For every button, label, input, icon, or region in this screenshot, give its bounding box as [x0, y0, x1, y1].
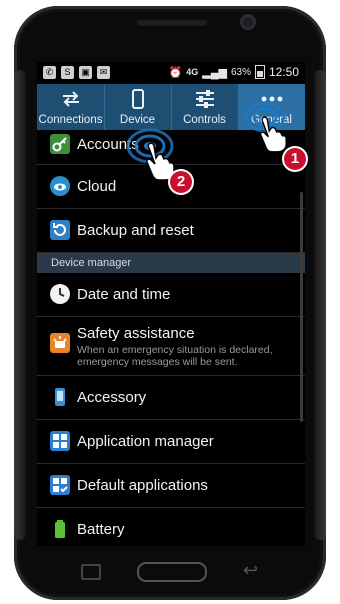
signal-icon: ▂▄▆: [202, 66, 227, 79]
list-item-label: Backup and reset: [77, 222, 194, 239]
section-header-device-manager: Device manager: [37, 253, 305, 273]
recent-apps-button[interactable]: [81, 564, 101, 580]
status-bar: ✆ S ▣ ✉ ⏰ 4G ▂▄▆ 63% 12:50: [37, 62, 305, 84]
backup-restore-icon: [50, 220, 70, 240]
list-item-battery[interactable]: Battery: [37, 508, 305, 546]
battery-icon: [50, 519, 70, 539]
list-item-default-applications[interactable]: Default applications: [37, 464, 305, 508]
phone-icon: [131, 89, 144, 109]
phone-curved-edge-right: [314, 70, 326, 540]
scrollbar[interactable]: [300, 192, 303, 422]
emergency-icon: [50, 333, 70, 353]
accessory-phone-icon: [50, 387, 70, 407]
phone-curved-edge-left: [14, 70, 26, 540]
list-item-subtitle: When an emergency situation is declared,…: [77, 344, 273, 368]
connections-arrows-icon: [62, 91, 79, 107]
clock: 12:50: [268, 65, 299, 79]
list-item-label: Battery: [77, 521, 125, 538]
list-item-label: Safety assistance: [77, 325, 195, 342]
image-notification-icon: ▣: [79, 66, 92, 79]
list-item-label: Cloud: [77, 178, 117, 195]
list-item-label: Default applications: [77, 477, 208, 494]
clock-icon: [50, 284, 70, 304]
skype-notification-icon: S: [61, 66, 74, 79]
list-item-date-time[interactable]: Date and time: [37, 273, 305, 317]
list-item-safety-assistance[interactable]: Safety assistance When an emergency situ…: [37, 317, 305, 376]
pointing-hand-icon: [259, 116, 287, 152]
tab-label: Connections: [38, 114, 103, 126]
cloud-icon: [50, 176, 70, 196]
network-type: 4G: [186, 67, 199, 77]
sliders-icon: [195, 90, 214, 108]
list-item-application-manager[interactable]: Application manager: [37, 420, 305, 464]
navigation-bar: ↩: [37, 552, 305, 588]
list-item-label: Date and time: [77, 286, 171, 303]
tab-controls[interactable]: Controls: [171, 84, 239, 130]
whatsapp-notification-icon: ✆: [43, 66, 56, 79]
list-item-label: Accessory: [77, 389, 147, 406]
step-badge-2: 2: [170, 171, 192, 193]
battery-percent: 63%: [230, 66, 251, 78]
earpiece-speaker: [136, 18, 208, 26]
app-grid-icon: [50, 431, 70, 451]
home-button[interactable]: [137, 562, 207, 582]
list-item-backup[interactable]: Backup and reset: [37, 209, 305, 253]
back-button[interactable]: ↩: [243, 560, 258, 581]
settings-list: Accounts Cloud Backup and reset Device m…: [37, 130, 305, 546]
screen: ✆ S ▣ ✉ ⏰ 4G ▂▄▆ 63% 12:50 Connections D…: [37, 62, 305, 546]
tab-device[interactable]: Device: [104, 84, 172, 130]
tab-label: Controls: [183, 114, 226, 126]
tab-connections[interactable]: Connections: [37, 84, 105, 130]
key-icon: [50, 134, 70, 154]
list-item-accessory[interactable]: Accessory: [37, 376, 305, 420]
step-badge-1: 1: [284, 148, 306, 170]
message-notification-icon: ✉: [97, 66, 110, 79]
battery-icon: [254, 65, 265, 79]
tab-label: Device: [119, 114, 156, 126]
default-apps-icon: [50, 475, 70, 495]
alarm-icon: ⏰: [168, 66, 183, 79]
list-item-label: Application manager: [77, 433, 214, 450]
front-camera: [240, 14, 256, 30]
